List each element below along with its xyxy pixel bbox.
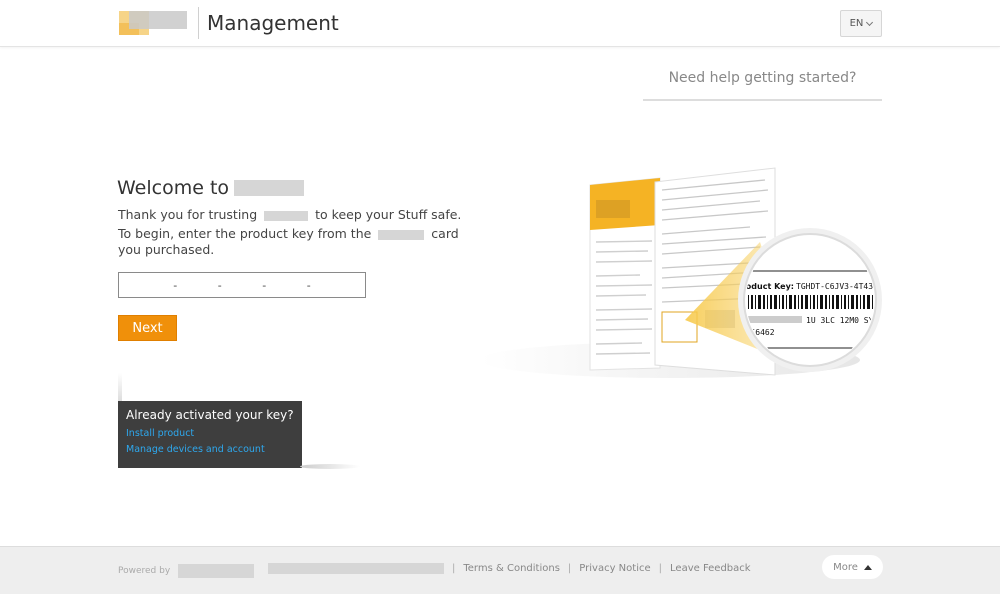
intro-text: to keep your Stuff safe.	[315, 207, 462, 222]
header: Management EN	[0, 0, 1000, 47]
brand-name-redacted	[234, 180, 305, 196]
intro-text: To begin, enter the product key from the	[118, 226, 372, 241]
chevron-down-icon	[866, 18, 874, 26]
more-label: More	[833, 561, 858, 573]
footer-links: | Terms & Conditions | Privacy Notice | …	[268, 563, 751, 574]
intro-text: Thank you for trusting	[118, 207, 258, 222]
powered-by-text: Powered by	[118, 566, 171, 576]
terms-link[interactable]: Terms & Conditions	[463, 563, 560, 574]
install-product-link[interactable]: Install product	[126, 428, 294, 439]
product-key-card-illustration: Product Key: TGHDT-C6JV3-4T43 1U 3LC 12M…	[480, 167, 882, 378]
brand-logo[interactable]	[113, 7, 193, 39]
card-back	[589, 177, 661, 371]
already-activated-panel: Already activated your key? Install prod…	[118, 401, 302, 468]
help-link[interactable]: Need help getting started?	[643, 70, 882, 101]
product-key-input[interactable]: - - - -	[118, 272, 366, 298]
separator: |	[452, 563, 456, 574]
intro-line-3: you purchased.	[118, 242, 215, 257]
feedback-link[interactable]: Leave Feedback	[670, 563, 751, 574]
next-button[interactable]: Next	[118, 315, 177, 341]
intro-line-1: Thank you for trusting to keep your Stuf…	[118, 207, 461, 222]
footer: Powered by | Terms & Conditions | Privac…	[0, 546, 1000, 594]
key-separator: -	[306, 278, 311, 292]
caret-up-icon	[863, 564, 872, 570]
copyright-redacted	[268, 563, 444, 574]
brand-name-redacted	[378, 229, 425, 240]
welcome-text: Welcome to	[117, 177, 230, 199]
code-line: 1U 3LC 12M0 SYM	[806, 316, 878, 325]
intro-line-2: To begin, enter the product key from the…	[118, 226, 459, 241]
separator: |	[658, 563, 663, 574]
header-divider	[198, 7, 199, 39]
key-separator: -	[173, 278, 178, 292]
key-separator: -	[262, 278, 267, 292]
intro-text: card	[431, 226, 459, 241]
language-selector[interactable]: EN	[840, 10, 882, 37]
powered-by: Powered by	[118, 564, 255, 578]
privacy-link[interactable]: Privacy Notice	[579, 563, 650, 574]
powered-by-logo	[178, 564, 255, 578]
brand-name-redacted	[264, 210, 309, 221]
panel-floor-shadow	[300, 464, 360, 469]
more-button[interactable]: More	[822, 555, 883, 579]
separator: |	[567, 563, 572, 574]
panel-shadow	[118, 373, 122, 401]
manage-devices-link[interactable]: Manage devices and account	[126, 444, 294, 455]
app-title: Management	[207, 11, 339, 35]
key-separator: -	[217, 278, 222, 292]
language-label: EN	[849, 18, 864, 29]
already-activated-title: Already activated your key?	[126, 408, 294, 422]
welcome-heading: Welcome to	[117, 177, 305, 199]
product-key-value: TGHDT-C6JV3-4T43	[796, 282, 873, 291]
